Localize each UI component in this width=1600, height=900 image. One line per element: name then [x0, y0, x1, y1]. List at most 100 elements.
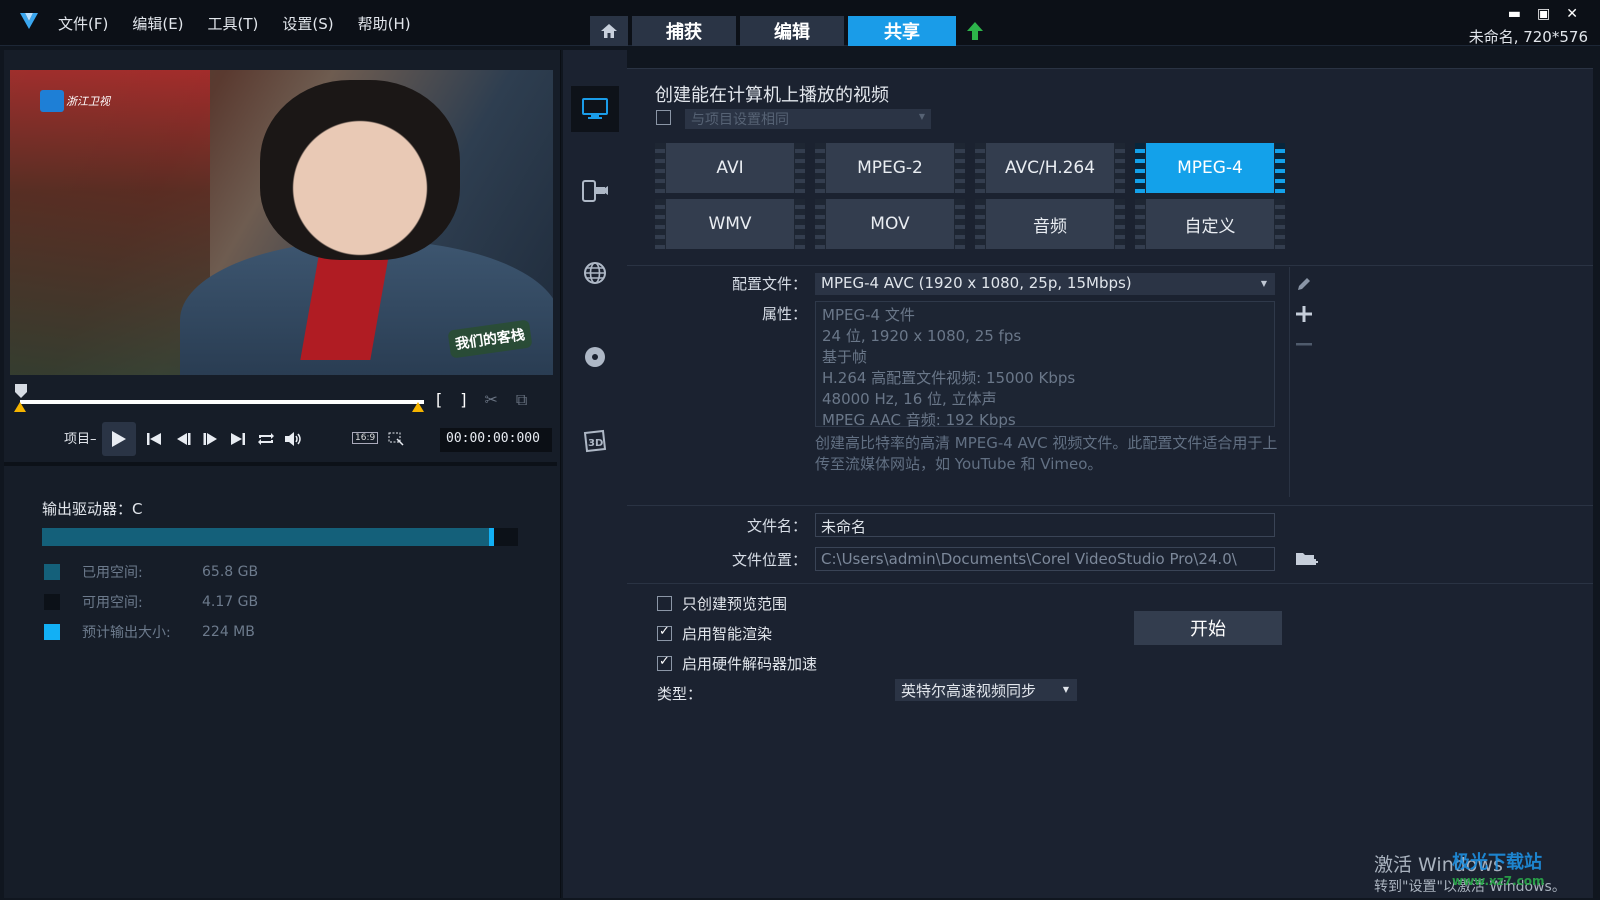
- copy-clip-icon[interactable]: ⧉: [516, 390, 527, 410]
- volume-button[interactable]: [284, 430, 304, 448]
- option-smart-render[interactable]: 启用智能渲染: [657, 623, 772, 644]
- scrubber[interactable]: [14, 384, 424, 422]
- svg-text:3D: 3D: [588, 438, 603, 449]
- format-avi[interactable]: AVI: [655, 143, 805, 193]
- location-label: 文件位置：: [731, 551, 807, 569]
- next-frame-button[interactable]: [200, 430, 220, 448]
- option-preview-range[interactable]: 只创建预览范围: [657, 593, 787, 614]
- profile-dropdown[interactable]: MPEG-4 AVC (1920 x 1080, 25p, 15Mbps) ▼: [815, 273, 1275, 295]
- option-hw-decoder[interactable]: 启用硬件解码器加速: [657, 653, 817, 674]
- close-icon[interactable]: ✕: [1566, 6, 1578, 22]
- project-clip-toggle[interactable]: 项目–: [64, 428, 97, 447]
- play-icon: [112, 431, 126, 447]
- split-clip-icon[interactable]: ✂: [485, 390, 498, 410]
- tab-share[interactable]: 共享: [848, 16, 956, 46]
- repeat-icon: [258, 433, 274, 445]
- mark-in-handle-icon[interactable]: [14, 402, 26, 412]
- remove-profile-button[interactable]: [1295, 335, 1313, 353]
- menu-edit[interactable]: 编辑(E): [132, 13, 183, 34]
- profile-description: 创建高比特率的高清 MPEG-4 AVC 视频文件。此配置文件适合用于上传至流媒…: [815, 434, 1278, 473]
- web-category[interactable]: [571, 250, 619, 296]
- tab-edit[interactable]: 编辑: [740, 16, 844, 46]
- aspect-ratio-button[interactable]: 16:9: [352, 432, 379, 444]
- prev-frame-icon: [177, 433, 191, 445]
- timecode-field[interactable]: 00:00:00:000: [440, 428, 552, 452]
- globe-icon: [584, 262, 606, 284]
- 3d-category[interactable]: 3D: [571, 418, 619, 464]
- same-as-project-dropdown[interactable]: 与项目设置相同 ▼: [685, 109, 931, 129]
- section-divider: [627, 583, 1593, 584]
- format-mpeg2[interactable]: MPEG-2: [815, 143, 965, 193]
- mark-in-button[interactable]: [: [436, 390, 442, 410]
- section-divider: [627, 265, 1593, 266]
- used-space-swatch: [44, 564, 60, 580]
- tab-capture[interactable]: 捕获: [632, 16, 736, 46]
- maximize-icon[interactable]: ▣: [1537, 6, 1550, 22]
- panel-divider: [4, 462, 557, 466]
- format-avc-h264[interactable]: AVC/H.264: [975, 143, 1125, 193]
- share-category-bar: 3D: [563, 50, 627, 898]
- same-as-project-checkbox[interactable]: [656, 110, 671, 125]
- profile-value: MPEG-4 AVC (1920 x 1080, 25p, 15Mbps): [821, 274, 1132, 292]
- device-category[interactable]: [571, 168, 619, 214]
- filename-label: 文件名：: [746, 517, 807, 535]
- go-to-start-button[interactable]: [144, 430, 164, 448]
- disc-category[interactable]: [571, 334, 619, 380]
- window-controls: ▬ ▣ ✕: [1508, 6, 1578, 22]
- property-line: 24 位, 1920 x 1080, 25 fps: [822, 327, 1022, 345]
- chevron-down-icon: ▼: [918, 112, 925, 121]
- home-tab[interactable]: [590, 16, 628, 46]
- scrubber-track[interactable]: [20, 400, 424, 404]
- 3d-icon: 3D: [583, 429, 607, 453]
- volume-icon: [285, 432, 301, 446]
- used-space-value: 65.8 GB: [202, 564, 259, 580]
- chevron-down-icon: ▼: [1062, 685, 1069, 694]
- free-space-value: 4.17 GB: [202, 594, 259, 610]
- filename-input[interactable]: 未命名: [815, 513, 1275, 537]
- mark-out-button[interactable]: ]: [460, 390, 466, 410]
- hw-decoder-checkbox[interactable]: [657, 654, 672, 671]
- go-to-end-button[interactable]: [228, 430, 248, 448]
- minus-icon: [1296, 343, 1312, 346]
- edit-profile-button[interactable]: [1295, 275, 1313, 293]
- transport-bar: 项目– 16:9 00:00:00:000: [14, 422, 554, 462]
- format-custom[interactable]: 自定义: [1135, 199, 1285, 249]
- upload-tab[interactable]: [960, 16, 990, 46]
- smart-render-checkbox[interactable]: [657, 624, 672, 641]
- format-wmv[interactable]: WMV: [655, 199, 805, 249]
- computer-category[interactable]: [571, 86, 619, 132]
- menu-help[interactable]: 帮助(H): [358, 13, 411, 34]
- add-profile-button[interactable]: [1295, 305, 1313, 323]
- property-line: MPEG AAC 音频: 192 Kbps: [822, 411, 1016, 429]
- watermark-text: 极光下载站: [1452, 852, 1542, 873]
- format-mpeg4[interactable]: MPEG-4: [1135, 143, 1285, 193]
- channel-logo: 浙江卫视: [40, 90, 110, 112]
- previous-frame-button[interactable]: [174, 430, 194, 448]
- format-audio[interactable]: 音频: [975, 199, 1125, 249]
- mark-out-handle-icon[interactable]: [412, 402, 424, 412]
- folder-add-icon: [1296, 553, 1318, 565]
- format-mov[interactable]: MOV: [815, 199, 965, 249]
- repeat-button[interactable]: [256, 430, 276, 448]
- play-button[interactable]: [102, 422, 136, 456]
- preview-range-checkbox[interactable]: [657, 596, 672, 611]
- video-preview[interactable]: 浙江卫视 我们的客栈: [10, 70, 553, 375]
- skip-start-icon: [147, 433, 161, 445]
- menu-settings[interactable]: 设置(S): [282, 13, 333, 34]
- menu-tools[interactable]: 工具(T): [208, 13, 259, 34]
- resize-mode-button[interactable]: [386, 430, 406, 448]
- browse-folder-button[interactable]: [1295, 550, 1319, 568]
- estimated-size-value: 224 MB: [202, 624, 255, 640]
- crop-resize-icon: [388, 432, 404, 446]
- start-button[interactable]: 开始: [1134, 611, 1282, 645]
- title-bar: 文件(F) 编辑(E) 工具(T) 设置(S) 帮助(H) 捕获 编辑 共享 ▬…: [0, 0, 1600, 46]
- location-input[interactable]: C:\Users\admin\Documents\Corel VideoStud…: [815, 547, 1275, 571]
- menu-file[interactable]: 文件(F): [58, 13, 108, 34]
- minimize-icon[interactable]: ▬: [1508, 6, 1521, 22]
- properties-box: MPEG-4 文件 24 位, 1920 x 1080, 25 fps 基于帧 …: [815, 301, 1275, 429]
- encoder-type-dropdown[interactable]: 英特尔高速视频同步 ▼: [895, 679, 1077, 701]
- legend-estimate: 预计输出大小: 224 MB: [44, 622, 255, 642]
- playhead-icon[interactable]: [14, 384, 28, 398]
- app-logo-icon[interactable]: [18, 10, 40, 32]
- type-label: 类型：: [657, 685, 703, 703]
